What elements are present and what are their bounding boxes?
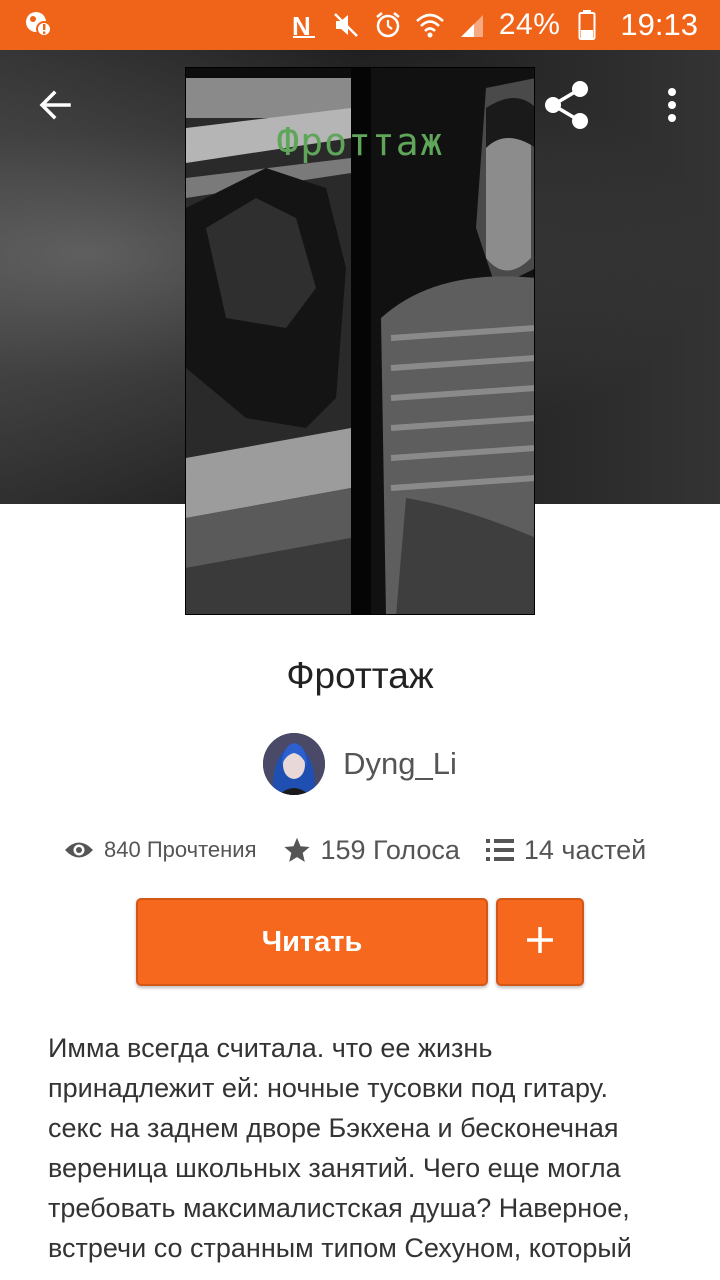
more-vertical-icon (666, 87, 678, 128)
alarm-icon (373, 10, 403, 40)
list-icon (485, 837, 514, 863)
battery-percent: 24% (498, 8, 561, 41)
votes-stat: 159 Голоса (283, 835, 460, 866)
add-to-library-button[interactable] (496, 898, 584, 986)
share-button[interactable] (542, 80, 592, 135)
mute-icon (331, 10, 361, 40)
back-button[interactable] (30, 82, 80, 132)
svg-text:N: N (292, 11, 311, 39)
author-avatar[interactable] (263, 733, 326, 795)
clock: 19:13 (620, 7, 698, 42)
more-options-button[interactable] (647, 82, 697, 132)
story-stats: 840 Прочтения 159 Голоса 14 частей (64, 828, 646, 872)
share-icon (542, 80, 592, 135)
status-bar: N 24% 19:13 (0, 0, 720, 50)
app-notification-icon (24, 9, 52, 42)
parts-stat: 14 частей (485, 834, 647, 866)
signal-icon (457, 10, 487, 40)
description-line: требовать максималистская душа? Наверное… (48, 1193, 630, 1223)
book-cover[interactable]: Фроттаж (185, 67, 535, 615)
description-line: встречи со странным типом Сехуном, котор… (48, 1233, 632, 1263)
plus-icon (525, 925, 555, 960)
description-line: принадлежит ей: ночные тусовки под гитар… (48, 1073, 608, 1103)
read-button[interactable]: Читать (136, 898, 488, 986)
wifi-icon (415, 10, 445, 40)
author-name[interactable]: Dyng_Li (343, 746, 457, 782)
star-icon (283, 836, 311, 864)
votes-count: 159 Голоса (320, 834, 460, 865)
battery-icon (572, 10, 602, 40)
author-row[interactable]: Dyng_Li (0, 733, 720, 795)
eye-icon (64, 839, 94, 861)
story-title: Фроттаж (286, 655, 434, 696)
story-description: Имма всегда считала. что ее жизнь принад… (48, 1028, 688, 1268)
back-arrow-icon (37, 87, 73, 128)
reads-stat: 840 Прочтения (64, 837, 257, 863)
parts-count: 14 частей (523, 834, 647, 865)
reads-count: 840 Прочтения (104, 837, 257, 862)
description-line: Имма всегда считала. что ее жизнь (48, 1033, 493, 1063)
nfc-icon: N (289, 10, 319, 40)
description-line: вереница школьных занятий. Чего еще могл… (48, 1153, 621, 1183)
description-line: секс на заднем дворе Бэкхена и бесконечн… (48, 1113, 619, 1143)
cover-title-text: Фроттаж (276, 120, 444, 164)
